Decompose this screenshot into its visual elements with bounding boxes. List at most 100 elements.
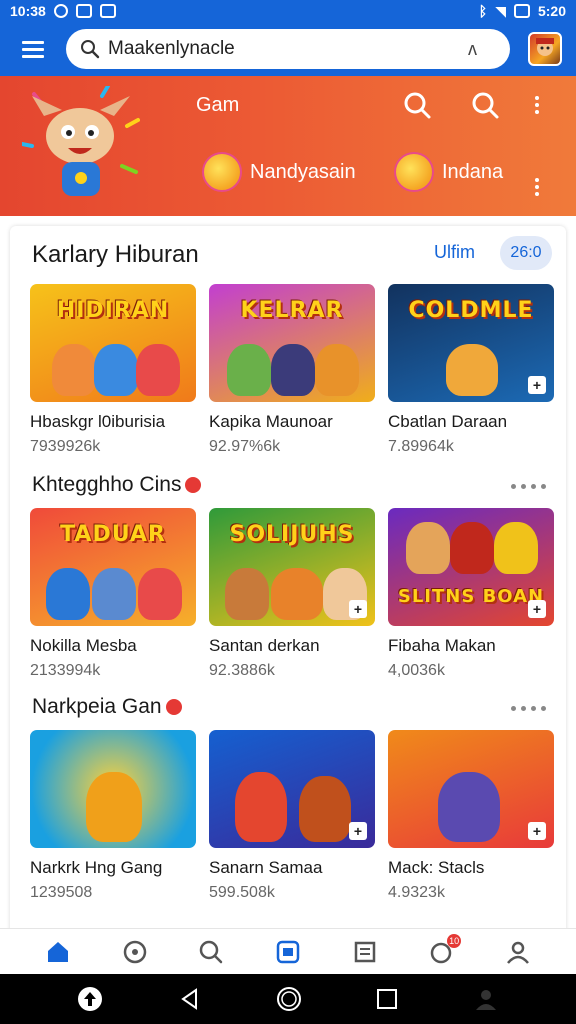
game-title: Nokilla Mesba	[30, 636, 137, 655]
game-card[interactable]: + Mack: Stacls 4.9323k	[388, 730, 554, 902]
game-title: Sanarn Samaa	[209, 858, 323, 877]
search-icon[interactable]	[402, 90, 432, 120]
character-art	[227, 344, 271, 396]
gamepad-icon	[123, 940, 147, 963]
section-title: Khtegghho Cins	[32, 473, 182, 496]
add-icon[interactable]: +	[528, 822, 546, 840]
game-title: Santan derkan	[209, 636, 320, 655]
game-title: Hbaskgr l0iburisia	[30, 412, 166, 431]
add-icon[interactable]: +	[349, 600, 367, 618]
character-art	[299, 776, 351, 842]
search-input[interactable]	[108, 38, 468, 60]
status-bar: 10:38 ᛒ ◥ 5:20	[0, 0, 576, 22]
more-options-icon[interactable]	[511, 484, 546, 489]
download-count: 1239508	[30, 884, 93, 901]
game-title: Cbatlan Daraan	[388, 412, 508, 431]
home-button-icon[interactable]	[276, 986, 302, 1012]
character-art	[494, 522, 538, 574]
search-icon	[81, 40, 100, 59]
section-header: Khtegghho Cins	[32, 468, 202, 502]
download-count: 2133994k	[30, 662, 101, 679]
more-options-icon[interactable]	[527, 90, 547, 120]
hamburger-icon	[22, 41, 44, 58]
game-card[interactable]: SLITNS BOAN + Fibaha Makan 4,0036k	[388, 508, 554, 680]
game-thumbnail: SLITNS BOAN +	[388, 508, 554, 626]
person-icon	[506, 941, 529, 964]
add-icon[interactable]: +	[528, 600, 546, 618]
upload-icon[interactable]	[77, 986, 103, 1012]
wifi-icon: ◥	[495, 2, 506, 19]
game-thumbnail: +	[388, 730, 554, 848]
user-avatar[interactable]	[528, 32, 562, 66]
voice-search-icon[interactable]: ʌ	[468, 39, 477, 60]
notification-dot	[185, 477, 202, 493]
section-header: Narkpeia Gan	[32, 690, 182, 724]
game-row: TADUAR Nokilla Mesba 2133994k SOLIJUHS +…	[30, 508, 566, 698]
status-time-left: 10:38	[10, 3, 46, 19]
character-art	[225, 568, 269, 620]
section-header: Karlary Hiburan	[32, 238, 199, 272]
section-count-badge[interactable]: 26:0	[500, 236, 552, 270]
more-options-icon[interactable]	[511, 706, 546, 711]
nav-notifications[interactable]: 10	[423, 933, 462, 970]
emoji-face-icon	[394, 152, 434, 192]
game-card[interactable]: COLDMLE + Cbatlan Daraan 7.89964k	[388, 284, 554, 456]
game-card[interactable]: SOLIJUHS + Santan derkan 92.3886k	[209, 508, 375, 680]
character-art	[450, 522, 494, 574]
download-count: 4.9323k	[388, 884, 445, 901]
search-icon	[200, 940, 223, 963]
character-art	[138, 568, 182, 620]
game-title: Fibaha Makan	[388, 636, 496, 655]
see-all-link[interactable]: Ulfim	[434, 242, 475, 263]
hero-banner: Gam Nandyasain Indana	[0, 76, 576, 216]
status-time-right: 5:20	[537, 3, 566, 19]
game-thumbnail: TADUAR	[30, 508, 196, 626]
character-art	[92, 568, 136, 620]
hero-chip-2[interactable]: Indana	[394, 150, 503, 194]
message-icon	[99, 4, 116, 18]
section-title: Narkpeia Gan	[32, 695, 162, 718]
character-art	[315, 344, 359, 396]
game-card[interactable]: + Sanarn Samaa 599.508k	[209, 730, 375, 902]
game-thumbnail: +	[209, 730, 375, 848]
battery-icon	[513, 4, 530, 18]
game-card[interactable]: HIDIRAN Hbaskgr l0iburisia 7939926k	[30, 284, 196, 456]
nav-apps[interactable]	[270, 934, 306, 970]
nav-profile[interactable]	[500, 934, 536, 970]
download-count: 4,0036k	[388, 662, 445, 679]
search-bar[interactable]: ʌ	[66, 29, 510, 69]
back-icon[interactable]	[178, 987, 202, 1011]
game-thumbnail	[30, 730, 196, 848]
nav-home[interactable]	[40, 934, 76, 970]
nav-search[interactable]	[193, 934, 229, 970]
hero-chip-1[interactable]: Nandyasain	[202, 150, 356, 194]
search-icon[interactable]	[470, 90, 500, 120]
avatar-character-icon	[536, 38, 554, 56]
character-art	[438, 772, 500, 842]
nav-games[interactable]	[117, 934, 153, 970]
nav-library[interactable]	[347, 934, 383, 970]
download-count: 92.3886k	[209, 662, 275, 679]
sync-icon	[53, 4, 68, 18]
game-thumbnail: SOLIJUHS +	[209, 508, 375, 626]
game-title: Narkrk Hng Gang	[30, 858, 163, 877]
account-icon[interactable]	[473, 986, 499, 1012]
character-art	[271, 344, 315, 396]
download-count: 92.97%6k	[209, 438, 281, 455]
add-icon[interactable]: +	[349, 822, 367, 840]
game-card[interactable]: Narkrk Hng Gang 1239508	[30, 730, 196, 902]
app-bar: ʌ	[0, 22, 576, 76]
character-art	[52, 344, 96, 396]
hero-chip-label: Nandyasain	[250, 160, 356, 183]
mascot-illustration	[22, 86, 140, 196]
game-card[interactable]: TADUAR Nokilla Mesba 2133994k	[30, 508, 196, 680]
game-title: Kapika Maunoar	[209, 412, 333, 431]
more-options-icon[interactable]	[527, 172, 547, 202]
character-art	[235, 772, 287, 842]
add-icon[interactable]: +	[528, 376, 546, 394]
character-art	[86, 772, 142, 842]
game-card[interactable]: KELRAR Kapika Maunoar 92.97%6k	[209, 284, 375, 456]
apps-icon	[276, 940, 300, 963]
menu-button[interactable]	[0, 22, 66, 76]
recents-icon[interactable]	[376, 988, 398, 1010]
